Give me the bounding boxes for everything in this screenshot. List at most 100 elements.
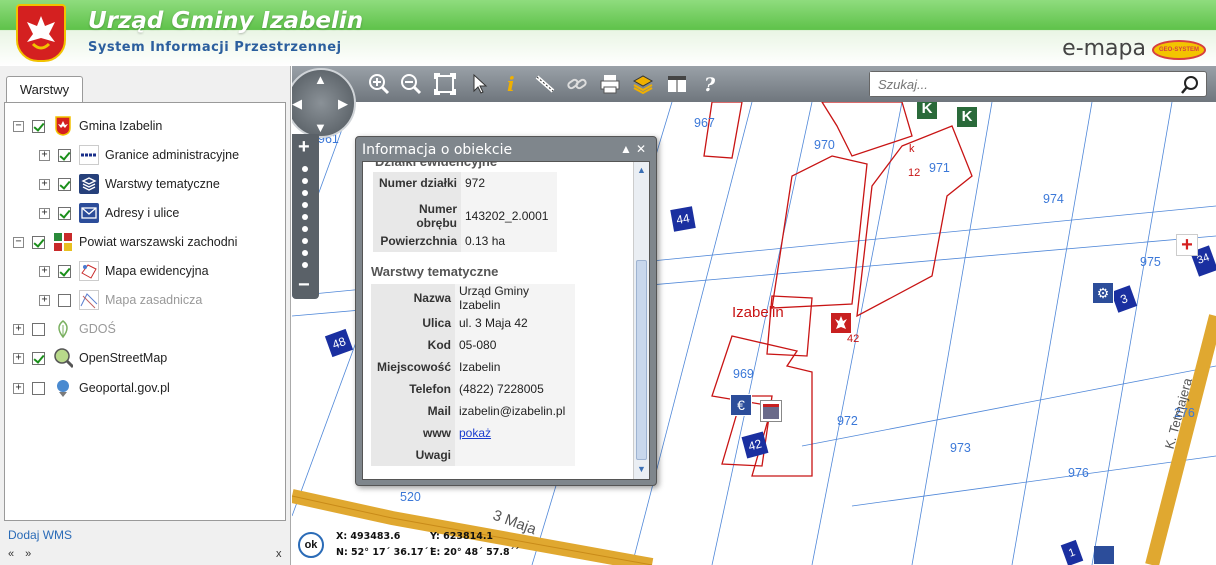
coord-n: N: 52° 17´ 36.17´´ <box>336 547 434 558</box>
layer-label[interactable]: Granice administracyjne <box>105 148 239 162</box>
zoom-level-dot[interactable] <box>302 250 308 256</box>
poi-icon[interactable] <box>1094 546 1114 564</box>
help-icon[interactable]: ? <box>696 72 722 96</box>
boundary-icon <box>79 145 99 165</box>
tab-warstwy[interactable]: Warstwy <box>6 76 83 103</box>
coord-x: X: 493483.6 <box>336 531 401 542</box>
bank-euro-icon[interactable]: € <box>730 394 752 416</box>
table-row: Kod 05-080 <box>371 334 575 356</box>
pan-down-icon[interactable]: ▼ <box>314 120 327 135</box>
pan-right-icon[interactable]: ▶ <box>338 96 348 112</box>
layer-label[interactable]: Mapa zasadnicza <box>105 293 202 307</box>
zoom-level-dot[interactable] <box>302 262 308 268</box>
plot-label: 973 <box>950 441 971 455</box>
www-link[interactable]: pokaż <box>459 426 491 440</box>
zoom-level-dot[interactable] <box>302 226 308 232</box>
panel-tabbar: Warstwy <box>0 66 290 103</box>
expand-toggle[interactable]: + <box>39 294 50 306</box>
layer-label[interactable]: Powiat warszawski zachodni <box>79 235 237 249</box>
svg-text:?: ? <box>704 74 716 95</box>
layer-checkbox[interactable] <box>58 293 71 307</box>
layer-label[interactable]: OpenStreetMap <box>79 351 167 365</box>
print-icon[interactable] <box>597 72 623 96</box>
envelope-icon <box>79 203 99 223</box>
zoom-out-icon[interactable] <box>398 72 424 96</box>
table-key: Telefon <box>371 378 455 400</box>
gear-service-icon[interactable]: ⚙ <box>1092 282 1114 304</box>
table-value: 143202_2.0001 <box>461 202 557 230</box>
layer-checkbox[interactable] <box>32 381 45 395</box>
expand-toggle[interactable]: + <box>13 382 24 394</box>
layer-checkbox[interactable] <box>32 351 45 365</box>
info-icon[interactable]: i <box>498 72 524 96</box>
layer-label[interactable]: Geoportal.gov.pl <box>79 381 170 395</box>
pointer-icon[interactable] <box>466 72 492 96</box>
layer-label[interactable]: Adresy i ulice <box>105 206 179 220</box>
zoom-level-dot[interactable] <box>302 190 308 196</box>
popup-body[interactable]: Działki ewidencyjne Numer działki 972 Num… <box>362 161 650 480</box>
thematic-table: Nazwa Urząd Gminy Izabelin Ulica ul. 3 Maj… <box>371 284 575 466</box>
expand-toggle[interactable]: + <box>39 265 50 277</box>
layer-label[interactable]: Mapa ewidencyjna <box>105 264 209 278</box>
layer-checkbox[interactable] <box>58 148 71 162</box>
zoom-slider[interactable]: + − <box>292 134 319 299</box>
table-key: Ulica <box>371 312 455 334</box>
section-heading-parcels: Działki ewidencyjne <box>375 161 498 169</box>
collapse-toggle[interactable]: − <box>13 120 24 132</box>
layer-checkbox[interactable] <box>58 177 71 191</box>
zoom-minus-button[interactable]: − <box>298 274 310 297</box>
close-icon[interactable]: ✕ <box>636 142 650 156</box>
link-icon[interactable] <box>564 72 590 96</box>
table-value: Izabelin <box>455 356 575 378</box>
pan-up-icon[interactable]: ▲ <box>314 72 327 87</box>
layer-checkbox[interactable] <box>32 119 45 133</box>
section-heading-thematic: Warstwy tematyczne <box>371 264 499 279</box>
panel-close-button[interactable]: x <box>276 548 282 560</box>
search-input[interactable] <box>870 72 1170 96</box>
zoom-level-dot[interactable] <box>302 202 308 208</box>
zoom-extent-icon[interactable] <box>432 72 458 96</box>
plot-label: 974 <box>1043 192 1064 206</box>
expand-toggle[interactable]: + <box>39 149 50 161</box>
place-label-izabelin: Izabelin <box>732 304 784 321</box>
svg-text:i: i <box>507 73 515 95</box>
zoom-in-icon[interactable] <box>366 72 392 96</box>
expand-toggle[interactable]: + <box>39 178 50 190</box>
scroll-thumb[interactable] <box>636 260 647 460</box>
popup-scrollbar[interactable]: ▲ ▼ <box>633 162 649 479</box>
pharmacy-cross-icon[interactable]: + <box>1176 234 1198 256</box>
layer-checkbox[interactable] <box>58 206 71 220</box>
table-value <box>455 444 575 466</box>
zoom-level-dot[interactable] <box>302 214 308 220</box>
layer-label[interactable]: Warstwy tematyczne <box>105 177 220 191</box>
search-box[interactable] <box>869 71 1207 97</box>
add-wms-link[interactable]: Dodaj WMS <box>8 528 72 542</box>
office-building-icon[interactable] <box>760 400 782 422</box>
layer-label[interactable]: GDOŚ <box>79 322 116 336</box>
pan-left-icon[interactable]: ◀ <box>292 96 302 112</box>
collapse-toggle[interactable]: − <box>13 236 24 248</box>
layout-icon[interactable] <box>664 72 690 96</box>
measure-icon[interactable] <box>532 72 558 96</box>
scroll-down-icon[interactable]: ▼ <box>637 464 646 474</box>
layer-label[interactable]: Gmina Izabelin <box>79 119 162 133</box>
layer-checkbox[interactable] <box>58 264 71 278</box>
layers-icon[interactable] <box>630 72 656 96</box>
scroll-up-icon[interactable]: ▲ <box>637 165 646 175</box>
zoom-level-dot[interactable] <box>302 178 308 184</box>
zoom-plus-button[interactable]: + <box>298 136 310 159</box>
panel-nav-arrows[interactable]: « » <box>8 548 35 560</box>
collapse-icon[interactable]: ▲ <box>620 142 636 156</box>
zoom-level-dot[interactable] <box>302 238 308 244</box>
zoom-level-dot[interactable] <box>302 166 308 172</box>
ok-button[interactable]: ok <box>298 532 324 558</box>
expand-toggle[interactable]: + <box>39 207 50 219</box>
expand-toggle[interactable]: + <box>13 323 24 335</box>
library-k-icon[interactable]: K <box>956 106 978 128</box>
house-number-label: k <box>909 143 915 155</box>
search-icon[interactable] <box>1180 75 1200 98</box>
layer-checkbox[interactable] <box>32 322 45 336</box>
expand-toggle[interactable]: + <box>13 352 24 364</box>
government-eagle-icon[interactable] <box>830 312 852 334</box>
layer-checkbox[interactable] <box>32 235 45 249</box>
